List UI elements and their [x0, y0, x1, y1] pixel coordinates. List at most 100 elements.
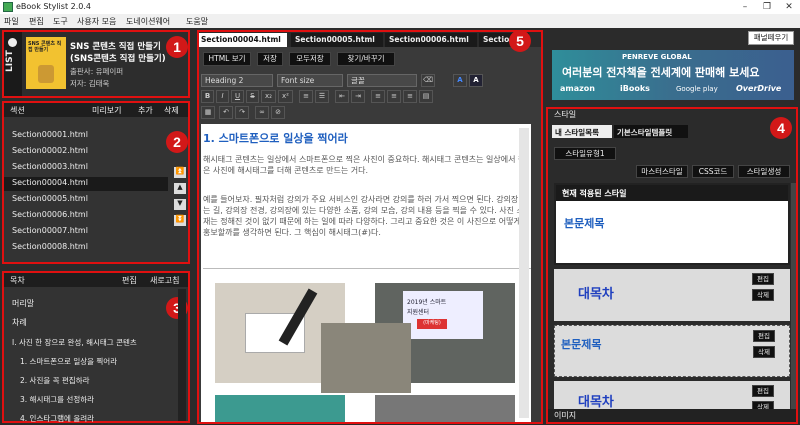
strike-icon[interactable]: S [246, 90, 259, 103]
list-tab[interactable]: LIST [4, 32, 22, 96]
style-card[interactable]: 대목차 편집 삭제 [554, 381, 790, 411]
outdent-icon[interactable]: ⇤ [335, 90, 349, 103]
menu-donation[interactable]: 도네이션웨어 [126, 16, 170, 27]
section-item[interactable]: Section00001.html [4, 130, 168, 142]
html-view-button[interactable]: HTML 보기 [203, 52, 251, 66]
toc-edit-button[interactable]: 편집 [122, 275, 137, 286]
image-panel-label[interactable]: 이미지 [548, 409, 796, 422]
ad-banner[interactable]: PENREVE GLOBAL 여러분의 전자책을 전세계에 판매해 보세요 am… [552, 50, 794, 100]
master-style-button[interactable]: 마스터스타일 [636, 165, 688, 178]
justify-icon[interactable]: ▤ [419, 90, 433, 103]
play-icon [8, 38, 17, 47]
save-all-button[interactable]: 모두저장 [289, 52, 331, 66]
minimize-button[interactable]: – [734, 0, 756, 14]
section-preview-button[interactable]: 미리보기 [92, 105, 121, 116]
section-item[interactable]: Section00006.html [4, 210, 168, 222]
toc-panel: 목차 편집 새로고침 머리말 차례 I. 사진 한 장으로 완성, 해시태그 콘… [2, 271, 190, 423]
style-card[interactable]: 본문제목 편집 삭제 [554, 325, 790, 377]
section-item[interactable]: Section00005.html [4, 194, 168, 206]
style-card[interactable]: 대목차 편집 삭제 [554, 269, 790, 321]
move-top-icon[interactable]: ⏫ [174, 167, 186, 178]
indent-icon[interactable]: ⇥ [351, 90, 365, 103]
style-edit-button[interactable]: 편집 [753, 330, 775, 342]
section-item[interactable]: Section00003.html [4, 162, 168, 174]
style-edit-button[interactable]: 편집 [752, 273, 774, 285]
css-code-button[interactable]: CSS코드 [692, 165, 734, 178]
tab-my-styles[interactable]: 내 스타일목록 [552, 125, 612, 138]
section-delete-button[interactable]: 삭제 [164, 105, 179, 116]
fontsize-select[interactable]: Font size [277, 74, 343, 87]
move-bottom-icon[interactable]: ⏬ [174, 215, 186, 226]
find-replace-button[interactable]: 찾기/바꾸기 [337, 52, 395, 66]
unordered-list-icon[interactable]: ☰ [315, 90, 329, 103]
current-style-card[interactable]: 현재 적용된 스타일 본문제목 [554, 183, 790, 265]
slide-badge: (마케팅) [417, 319, 447, 329]
style-card-name: 대목차 [578, 395, 614, 410]
banner-headline: 여러분의 전자책을 전세계에 판매해 보세요 [562, 66, 760, 79]
align-right-icon[interactable]: ≡ [403, 90, 417, 103]
style-delete-button[interactable]: 삭제 [753, 346, 775, 358]
slide-text-2: 지원센터 [407, 309, 430, 316]
document-scrollbar[interactable] [519, 128, 529, 418]
menu-user[interactable]: 사용자 모음 [77, 16, 116, 27]
style-panel-title: 스타일 [554, 110, 577, 119]
underline-icon[interactable]: U [231, 90, 244, 103]
section-item[interactable]: Section00002.html [4, 146, 168, 158]
toc-refresh-button[interactable]: 새로고침 [150, 275, 179, 286]
italic-icon[interactable]: I [216, 90, 229, 103]
style-edit-button[interactable]: 편집 [752, 385, 774, 397]
eraser-icon[interactable]: ⌫ [421, 74, 435, 87]
editor-document[interactable]: 1. 스마트폰으로 일상을 찍어라 해시태그 콘텐츠는 일상에서 스마트폰으로 … [201, 124, 531, 422]
style-scrollbar[interactable] [791, 183, 796, 409]
toc-item[interactable]: 3. 해시태그를 선정하라 [20, 394, 94, 405]
redo-icon[interactable]: ↷ [235, 106, 249, 119]
style-delete-button[interactable]: 삭제 [752, 289, 774, 301]
store-amazon: amazon [560, 84, 595, 93]
current-style-label: 현재 적용된 스타일 [556, 185, 788, 201]
align-left-icon[interactable]: ≡ [371, 90, 385, 103]
unlink-icon[interactable]: ⊘ [271, 106, 285, 119]
section-item-selected[interactable]: Section00004.html [4, 177, 168, 191]
section-item[interactable]: Section00007.html [4, 226, 168, 238]
ordered-list-icon[interactable]: ≡ [299, 90, 313, 103]
section-add-button[interactable]: 추가 [138, 105, 153, 116]
menu-edit[interactable]: 편집 [29, 16, 44, 27]
save-button[interactable]: 저장 [257, 52, 283, 66]
current-style-name: 본문제목 [564, 217, 605, 230]
menu-help[interactable]: 도움말 [186, 16, 208, 27]
toc-item[interactable]: 머리말 [12, 298, 34, 309]
menu-tools[interactable]: 도구 [53, 16, 68, 27]
section-item[interactable]: Section00008.html [4, 242, 168, 254]
heading-select[interactable]: Heading 2 [201, 74, 273, 87]
tab-section00005[interactable]: Section00005.html [291, 33, 383, 47]
maximize-button[interactable]: ❐ [756, 0, 778, 14]
book-author: 저자: 김태욱 [70, 79, 110, 88]
subscript-icon[interactable]: x₂ [261, 90, 276, 103]
image-icon[interactable]: ▦ [201, 106, 215, 119]
move-up-icon[interactable]: ▲ [174, 183, 186, 194]
toc-item[interactable]: I. 사진 한 장으로 완성, 해시태그 콘텐츠 [12, 337, 137, 348]
close-button[interactable]: ✕ [778, 0, 800, 14]
font-select[interactable]: 글꼴 [347, 74, 417, 87]
bold-icon[interactable]: B [201, 90, 214, 103]
undo-icon[interactable]: ↶ [219, 106, 233, 119]
panel-detach-button[interactable]: 패널떼우기 [748, 31, 794, 45]
menu-file[interactable]: 파일 [4, 16, 19, 27]
link-icon[interactable]: ∞ [255, 106, 269, 119]
create-style-button[interactable]: 스타일생성 [738, 165, 790, 178]
bg-color-icon[interactable]: A [469, 74, 483, 87]
align-center-icon[interactable]: ≡ [387, 90, 401, 103]
toc-item[interactable]: 4. 인스타그램에 올려라 [20, 413, 94, 424]
toc-item[interactable]: 2. 사진을 꼭 편집하라 [20, 375, 90, 386]
toc-item[interactable]: 차례 [12, 317, 27, 328]
cover-image [38, 65, 54, 83]
move-down-icon[interactable]: ▼ [174, 199, 186, 210]
font-color-icon[interactable]: A [453, 74, 467, 87]
tab-section00006[interactable]: Section00006.html [385, 33, 477, 47]
toc-scrollbar[interactable] [178, 289, 186, 421]
tab-default-templates[interactable]: 기본스타일템플릿 [614, 125, 688, 138]
tab-section00004[interactable]: Section00004.html [199, 33, 287, 47]
superscript-icon[interactable]: x² [278, 90, 293, 103]
style-type-select[interactable]: 스타일유형1 [554, 147, 616, 160]
toc-item[interactable]: 1. 스마트폰으로 일상을 찍어라 [20, 356, 117, 367]
